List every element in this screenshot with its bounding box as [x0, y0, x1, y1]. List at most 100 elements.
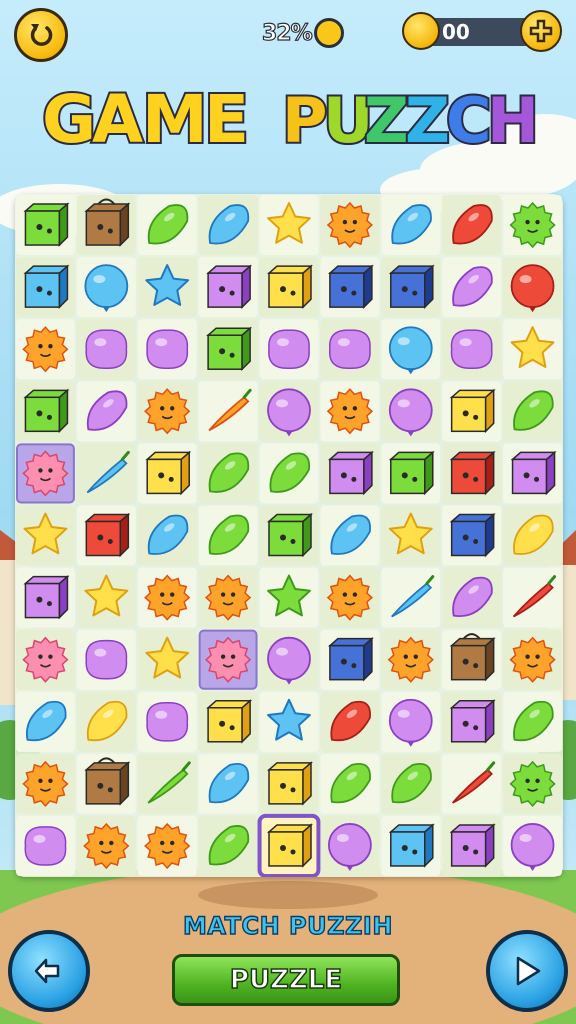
board-cell[interactable]: [381, 443, 441, 504]
board-cell[interactable]: [76, 195, 136, 256]
board-cell[interactable]: [137, 567, 197, 628]
board-cell[interactable]: [320, 381, 380, 442]
board-cell[interactable]: [259, 195, 319, 256]
board-cell[interactable]: [320, 815, 380, 876]
board-cell[interactable]: [137, 319, 197, 380]
board-cell[interactable]: [503, 691, 562, 752]
board-cell[interactable]: [320, 629, 380, 690]
board-cell[interactable]: [381, 567, 441, 628]
board-cell[interactable]: [76, 381, 136, 442]
board-cell[interactable]: [137, 753, 197, 814]
undo-button[interactable]: [14, 8, 68, 62]
board-cell[interactable]: [320, 505, 380, 566]
board-cell[interactable]: [76, 629, 136, 690]
board-cell[interactable]: [76, 753, 136, 814]
board-cell[interactable]: [259, 629, 319, 690]
board-cell[interactable]: [16, 753, 75, 814]
board-cell[interactable]: [442, 257, 502, 318]
board-cell[interactable]: [259, 505, 319, 566]
add-coins-button[interactable]: [520, 10, 562, 52]
board-cell[interactable]: [16, 195, 75, 256]
board-cell[interactable]: [16, 691, 75, 752]
board-cell[interactable]: [381, 691, 441, 752]
board-cell[interactable]: [503, 319, 562, 380]
board-cell[interactable]: [76, 443, 136, 504]
board-cell[interactable]: [76, 319, 136, 380]
board-cell[interactable]: [198, 381, 258, 442]
board-cell[interactable]: [198, 319, 258, 380]
board-cell[interactable]: [442, 443, 502, 504]
board-cell[interactable]: [198, 815, 258, 876]
board-cell[interactable]: [381, 195, 441, 256]
board-cell[interactable]: [503, 443, 562, 504]
board-cell[interactable]: [381, 505, 441, 566]
board-cell[interactable]: [137, 257, 197, 318]
board-cell[interactable]: [381, 381, 441, 442]
board-cell[interactable]: [442, 815, 502, 876]
board-cell[interactable]: [198, 567, 258, 628]
board-cell[interactable]: [198, 443, 258, 504]
board-cell[interactable]: [442, 381, 502, 442]
back-button[interactable]: [8, 930, 90, 1012]
board-cell[interactable]: [16, 257, 75, 318]
board-cell[interactable]: [503, 505, 562, 566]
board-cell[interactable]: [442, 753, 502, 814]
board-cell[interactable]: [381, 319, 441, 380]
board-cell[interactable]: [16, 443, 75, 504]
next-button[interactable]: [486, 930, 568, 1012]
board-cell[interactable]: [442, 505, 502, 566]
board-cell[interactable]: [259, 381, 319, 442]
board-cell[interactable]: [198, 629, 258, 690]
board-cell[interactable]: [381, 753, 441, 814]
board-cell[interactable]: [503, 567, 562, 628]
board-cell[interactable]: [198, 195, 258, 256]
board-cell[interactable]: [76, 505, 136, 566]
board-cell[interactable]: [320, 691, 380, 752]
board-cell[interactable]: [259, 691, 319, 752]
board-cell[interactable]: [259, 319, 319, 380]
board-cell[interactable]: [259, 257, 319, 318]
board-cell[interactable]: [16, 505, 75, 566]
board-cell[interactable]: [381, 815, 441, 876]
board-cell[interactable]: [259, 443, 319, 504]
board-cell[interactable]: [16, 319, 75, 380]
board-cell[interactable]: [442, 567, 502, 628]
board-cell[interactable]: [16, 815, 75, 876]
board-cell[interactable]: [137, 381, 197, 442]
board-cell[interactable]: [259, 567, 319, 628]
board-cell[interactable]: [381, 629, 441, 690]
board-cell[interactable]: [137, 195, 197, 256]
board-cell[interactable]: [198, 257, 258, 318]
board-cell[interactable]: [442, 629, 502, 690]
board-cell[interactable]: [16, 629, 75, 690]
board-cell[interactable]: [381, 257, 441, 318]
board-cell[interactable]: [320, 753, 380, 814]
board-cell[interactable]: [198, 753, 258, 814]
board-cell[interactable]: [442, 319, 502, 380]
board-cell[interactable]: [257, 813, 321, 879]
board-cell[interactable]: [503, 753, 562, 814]
board-cell[interactable]: [16, 567, 75, 628]
board-cell[interactable]: [320, 257, 380, 318]
board-cell[interactable]: [503, 195, 562, 256]
board-cell[interactable]: [442, 195, 502, 256]
board-cell[interactable]: [503, 629, 562, 690]
board-cell[interactable]: [137, 815, 197, 876]
board-cell[interactable]: [137, 691, 197, 752]
board-cell[interactable]: [137, 443, 197, 504]
board-cell[interactable]: [198, 505, 258, 566]
board-cell[interactable]: [442, 691, 502, 752]
board-cell[interactable]: [76, 691, 136, 752]
board-cell[interactable]: [137, 629, 197, 690]
board-cell[interactable]: [137, 505, 197, 566]
board-cell[interactable]: [76, 815, 136, 876]
board-cell[interactable]: [198, 691, 258, 752]
board-cell[interactable]: [320, 195, 380, 256]
board-cell[interactable]: [503, 257, 562, 318]
board-cell[interactable]: [503, 815, 562, 876]
board-cell[interactable]: [320, 319, 380, 380]
board-cell[interactable]: [16, 381, 75, 442]
board-cell[interactable]: [76, 567, 136, 628]
board-cell[interactable]: [320, 567, 380, 628]
board-cell[interactable]: [259, 753, 319, 814]
